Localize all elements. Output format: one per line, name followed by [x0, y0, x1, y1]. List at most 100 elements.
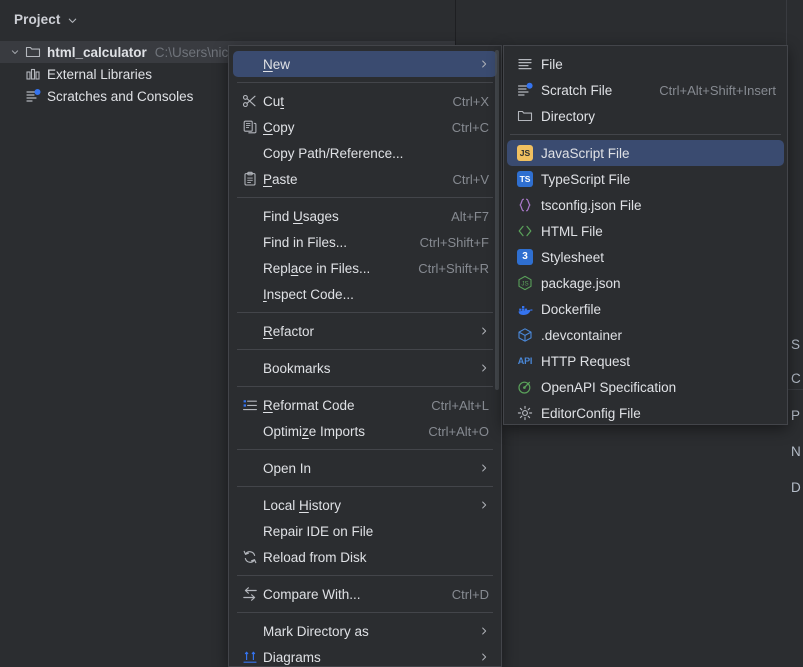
menu-item-reformat-code[interactable]: Reformat Code Ctrl+Alt+L	[233, 392, 497, 418]
menu-item-compare-with[interactable]: Compare With... Ctrl+D	[233, 581, 497, 607]
menu-separator	[237, 312, 493, 313]
chevron-right-icon	[479, 626, 489, 636]
menu-item-inspect-code[interactable]: Inspect Code...	[233, 281, 497, 307]
menu-item-label: JavaScript File	[541, 145, 630, 161]
menu-item-label: .devcontainer	[541, 327, 623, 343]
background-label-5: D	[791, 480, 801, 495]
menu-item-openapi-specification[interactable]: OpenAPI Specification	[507, 374, 784, 400]
menu-item-replace-in-files[interactable]: Replace in Files... Ctrl+Shift+R	[233, 255, 497, 281]
scratches-icon	[24, 88, 42, 104]
menu-item-devcontainer[interactable]: .devcontainer	[507, 322, 784, 348]
background-panel-edge	[786, 0, 803, 390]
menu-item-label: Repair IDE on File	[263, 523, 374, 539]
menu-item-label: HTML File	[541, 223, 603, 239]
chevron-right-icon	[479, 59, 489, 69]
menu-item-label: Open In	[263, 460, 312, 476]
chevron-down-icon[interactable]	[6, 47, 24, 57]
menu-separator	[237, 486, 493, 487]
menu-item-stylesheet[interactable]: 3 Stylesheet	[507, 244, 784, 270]
menu-item-find-in-files[interactable]: Find in Files... Ctrl+Shift+F	[233, 229, 497, 255]
menu-item-javascript-file[interactable]: JS JavaScript File	[507, 140, 784, 166]
menu-item-repair-ide-on-file[interactable]: Repair IDE on File	[233, 518, 497, 544]
menu-item-dockerfile[interactable]: Dockerfile	[507, 296, 784, 322]
npm-package-icon: JS	[513, 275, 537, 291]
menu-separator	[237, 82, 493, 83]
menu-item-label: OpenAPI Specification	[541, 379, 677, 395]
library-icon	[24, 66, 42, 82]
background-label-1: S	[791, 337, 801, 352]
folder-icon	[517, 108, 533, 124]
menu-item-open-in[interactable]: Open In	[233, 455, 497, 481]
menu-item-copy[interactable]: Copy Ctrl+C	[233, 114, 497, 140]
menu-item-label: EditorConfig File	[541, 405, 641, 421]
chevron-right-icon	[479, 652, 489, 662]
project-panel-header[interactable]: Project	[0, 0, 455, 38]
menu-item-html-file[interactable]: HTML File	[507, 218, 784, 244]
menu-item-label: Compare With...	[263, 586, 361, 602]
menu-item-label: Optimize Imports	[263, 423, 366, 439]
menu-item-find-usages[interactable]: Find Usages Alt+F7	[233, 203, 497, 229]
reload-icon	[242, 549, 258, 565]
tree-item-label: html_calculator	[47, 44, 147, 60]
menu-item-refactor[interactable]: Refactor	[233, 318, 497, 344]
menu-item-optimize-imports[interactable]: Optimize Imports Ctrl+Alt+O	[233, 418, 497, 444]
menu-item-local-history[interactable]: Local History	[233, 492, 497, 518]
menu-item-directory[interactable]: Directory	[507, 103, 784, 129]
tsconfig-icon	[517, 197, 533, 213]
npm-package-icon: JS	[517, 275, 533, 291]
menu-separator	[237, 575, 493, 576]
menu-item-label: Local History	[263, 497, 342, 513]
menu-item-copy-path-reference[interactable]: Copy Path/Reference...	[233, 140, 497, 166]
menu-item-file[interactable]: File	[507, 51, 784, 77]
menu-item-shortcut: Ctrl+Shift+F	[419, 234, 489, 250]
scratch-file-icon	[517, 82, 533, 98]
reformat-icon	[242, 397, 258, 413]
menu-item-package-json[interactable]: JS package.json	[507, 270, 784, 296]
context-menu: New Cut Ctrl+X Copy Ctrl+C Copy Path/Referenc…	[228, 45, 502, 667]
menu-separator	[237, 349, 493, 350]
menu-item-reload-from-disk[interactable]: Reload from Disk	[233, 544, 497, 570]
menu-item-bookmarks[interactable]: Bookmarks	[233, 355, 497, 381]
file-lines-icon	[517, 56, 533, 72]
menu-item-tsconfig-json-file[interactable]: tsconfig.json File	[507, 192, 784, 218]
menu-item-label: Scratch File	[541, 82, 613, 98]
chevron-down-icon[interactable]	[67, 15, 78, 26]
menu-item-label: TypeScript File	[541, 171, 631, 187]
menu-item-shortcut: Ctrl+Alt+L	[431, 397, 489, 413]
menu-item-diagrams[interactable]: Diagrams	[233, 644, 497, 667]
menu-item-label: Paste	[263, 171, 298, 187]
ts-file-icon: TS	[513, 171, 537, 187]
menu-item-label: tsconfig.json File	[541, 197, 642, 213]
ide-window: Project html_calculator C:\Users\nic Exter…	[0, 0, 803, 667]
menu-item-scratch-file[interactable]: Scratch File Ctrl+Alt+Shift+Insert	[507, 77, 784, 103]
folder-icon	[513, 108, 537, 124]
menu-item-typescript-file[interactable]: TS TypeScript File	[507, 166, 784, 192]
menu-separator	[237, 386, 493, 387]
menu-item-label: File	[541, 56, 563, 72]
html-file-icon	[513, 223, 537, 239]
openapi-icon	[513, 379, 537, 395]
background-label-2: C	[791, 371, 801, 386]
css-file-icon: 3	[513, 249, 537, 265]
docker-icon	[513, 301, 537, 317]
menu-item-editorconfig-file[interactable]: EditorConfig File	[507, 400, 784, 426]
menu-item-label: Stylesheet	[541, 249, 605, 265]
context-menu-scrollbar[interactable]	[495, 50, 499, 390]
context-menu-list: New Cut Ctrl+X Copy Ctrl+C Copy Path/Referenc…	[229, 51, 501, 667]
clipboard-icon	[239, 171, 261, 187]
html-file-icon	[517, 223, 533, 239]
menu-item-shortcut: Ctrl+C	[451, 119, 489, 135]
menu-item-paste[interactable]: Paste Ctrl+V	[233, 166, 497, 192]
diagrams-icon	[239, 649, 261, 665]
menu-item-label: Copy Path/Reference...	[263, 145, 404, 161]
menu-item-new[interactable]: New	[233, 51, 497, 77]
menu-item-http-request[interactable]: API HTTP Request	[507, 348, 784, 374]
menu-item-mark-directory-as[interactable]: Mark Directory as	[233, 618, 497, 644]
menu-item-label: Replace in Files...	[263, 260, 371, 276]
compare-icon	[242, 586, 258, 602]
background-label-3: P	[791, 408, 801, 423]
js-file-icon: JS	[513, 145, 537, 161]
menu-item-label: Mark Directory as	[263, 623, 369, 639]
menu-item-shortcut: Ctrl+Shift+R	[418, 260, 489, 276]
menu-item-cut[interactable]: Cut Ctrl+X	[233, 88, 497, 114]
